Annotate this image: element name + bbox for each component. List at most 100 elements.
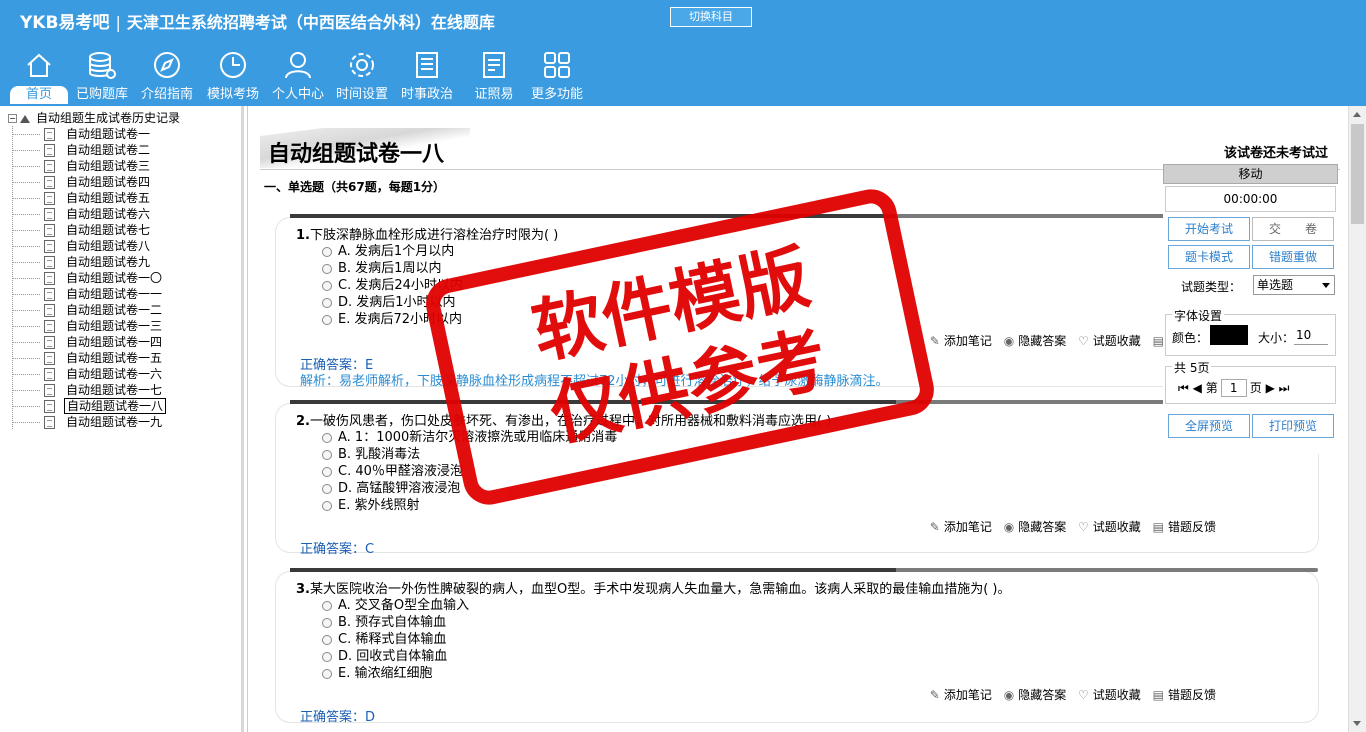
option-b[interactable]: B. 乳酸消毒法 xyxy=(322,443,420,462)
radio-button[interactable] xyxy=(322,314,332,325)
tree-item[interactable]: 自动组题试卷四 xyxy=(8,174,180,190)
tree-item[interactable]: 自动组题试卷一六 xyxy=(8,366,180,382)
nav-mock-exam[interactable]: 模拟考场 xyxy=(202,46,264,104)
redo-wrong-button[interactable]: 错题重做 xyxy=(1252,245,1334,269)
radio-button[interactable] xyxy=(322,466,332,477)
tree-item[interactable]: 自动组题试卷一四 xyxy=(8,334,180,350)
document-icon xyxy=(44,384,55,397)
radio-button[interactable] xyxy=(322,263,332,274)
tree-item[interactable]: 自动组题试卷三 xyxy=(8,158,180,174)
tree-item[interactable]: 自动组题试卷一三 xyxy=(8,318,180,334)
option-e[interactable]: E. 紫外线照射 xyxy=(322,494,419,513)
radio-button[interactable] xyxy=(322,500,332,511)
add-note-button[interactable]: ✎ 添加笔记 xyxy=(930,688,992,702)
favorite-button[interactable]: ♡ 试题收藏 xyxy=(1078,520,1141,534)
page-input[interactable]: 1 xyxy=(1220,379,1247,397)
tree-item[interactable]: 自动组题试卷一九 xyxy=(8,414,180,430)
option-b[interactable]: B. 预存式自体输血 xyxy=(322,611,446,630)
tree-item-label: 自动组题试卷四 xyxy=(66,175,151,189)
hide-answer-button[interactable]: ◉ 隐藏答案 xyxy=(1004,334,1067,348)
option-b[interactable]: B. 发病后1周以内 xyxy=(322,257,441,276)
radio-button[interactable] xyxy=(322,449,332,460)
option-c[interactable]: C. 40％甲醛溶液浸泡 xyxy=(322,460,463,479)
option-a[interactable]: A. 交叉备O型全血输入 xyxy=(322,594,469,613)
radio-button[interactable] xyxy=(322,634,332,645)
prev-page-icon[interactable]: ◀ xyxy=(1193,381,1202,395)
add-note-button[interactable]: ✎ 添加笔记 xyxy=(930,520,992,534)
tree-item[interactable]: 自动组题试卷九 xyxy=(8,254,180,270)
checklist-icon xyxy=(483,52,505,78)
exam-control-panel: 移动 00:00:00 开始考试 交 卷 题卡模式 错题重做 试题类型： 单选题… xyxy=(1163,164,1338,454)
collapse-icon[interactable]: − xyxy=(8,114,17,123)
move-handle[interactable]: 移动 xyxy=(1163,164,1338,184)
nav-label: 首页 xyxy=(10,86,68,104)
tree-item[interactable]: 自动组题试卷一八 xyxy=(8,398,180,414)
tree-item[interactable]: 自动组题试卷一 xyxy=(8,126,180,142)
tree-root[interactable]: − 自动组题生成试卷历史记录 xyxy=(8,110,180,126)
scroll-thumb[interactable] xyxy=(1351,124,1364,224)
hide-answer-button[interactable]: ◉ 隐藏答案 xyxy=(1004,688,1067,702)
tree-item[interactable]: 自动组题试卷七 xyxy=(8,222,180,238)
nav-profile[interactable]: 个人中心 xyxy=(268,46,328,104)
font-settings-legend: 字体设置 xyxy=(1172,307,1225,324)
favorite-button[interactable]: ♡ 试题收藏 xyxy=(1078,334,1141,348)
radio-button[interactable] xyxy=(322,617,332,628)
tree-item[interactable]: 自动组题试卷一七 xyxy=(8,382,180,398)
tree-item[interactable]: 自动组题试卷一〇 xyxy=(8,270,180,286)
last-page-icon[interactable]: ⏭ xyxy=(1279,381,1290,395)
radio-button[interactable] xyxy=(322,432,332,443)
print-preview-button[interactable]: 打印预览 xyxy=(1252,414,1334,438)
report-error-button[interactable]: ▤错题反馈 xyxy=(1153,520,1216,534)
tree-item-label: 自动组题试卷一〇 xyxy=(66,271,163,285)
tree-item[interactable]: 自动组题试卷八 xyxy=(8,238,180,254)
fullscreen-preview-button[interactable]: 全屏预览 xyxy=(1168,414,1250,438)
nav-license[interactable]: 证照易 xyxy=(466,46,522,104)
tree-item[interactable]: 自动组题试卷一一 xyxy=(8,286,180,302)
submit-button[interactable]: 交 卷 xyxy=(1252,217,1334,241)
tree-item[interactable]: 自动组题试卷二 xyxy=(8,142,180,158)
scroll-down-icon[interactable] xyxy=(1349,715,1366,732)
grid-icon xyxy=(544,52,570,78)
correct-answer: 正确答案：C xyxy=(300,542,375,557)
tree-item[interactable]: 自动组题试卷一五 xyxy=(8,350,180,366)
radio-button[interactable] xyxy=(322,297,332,308)
option-e[interactable]: E. 输浓缩红细胞 xyxy=(322,662,432,681)
vertical-scrollbar[interactable] xyxy=(1348,106,1366,732)
nav-time-settings[interactable]: 时间设置 xyxy=(332,46,392,104)
color-swatch[interactable] xyxy=(1210,325,1248,345)
radio-button[interactable] xyxy=(322,246,332,257)
option-a[interactable]: A. 发病后1个月以内 xyxy=(322,240,454,259)
tree-item[interactable]: 自动组题试卷五 xyxy=(8,190,180,206)
card-mode-button[interactable]: 题卡模式 xyxy=(1168,245,1250,269)
nav-guide[interactable]: 介绍指南 xyxy=(136,46,198,104)
radio-button[interactable] xyxy=(322,280,332,291)
scroll-up-icon[interactable] xyxy=(1349,106,1366,123)
document-icon xyxy=(44,128,55,141)
first-page-icon[interactable]: ⏮ xyxy=(1178,381,1189,395)
switch-subject-button[interactable]: 切换科目 xyxy=(670,7,752,27)
hide-answer-button[interactable]: ◉ 隐藏答案 xyxy=(1004,520,1067,534)
add-note-button[interactable]: ✎ 添加笔记 xyxy=(930,334,992,348)
nav-more[interactable]: 更多功能 xyxy=(526,46,588,104)
favorite-button[interactable]: ♡ 试题收藏 xyxy=(1078,688,1141,702)
radio-button[interactable] xyxy=(322,600,332,611)
nav-home[interactable]: 首页 xyxy=(10,46,68,104)
radio-button[interactable] xyxy=(322,483,332,494)
nav-purchased[interactable]: 已购题库 xyxy=(72,46,132,104)
tree-root-label: 自动组题生成试卷历史记录 xyxy=(36,111,181,125)
question-type-select[interactable]: 单选题 xyxy=(1253,275,1335,295)
option-c[interactable]: C. 稀释式自体输血 xyxy=(322,628,446,647)
tree-item[interactable]: 自动组题试卷六 xyxy=(8,206,180,222)
option-d[interactable]: D. 回收式自体输血 xyxy=(322,645,447,664)
report-error-button[interactable]: ▤错题反馈 xyxy=(1153,688,1216,702)
tree-item[interactable]: 自动组题试卷一二 xyxy=(8,302,180,318)
next-page-icon[interactable]: ▶ xyxy=(1266,381,1275,395)
page-prefix: 第 xyxy=(1205,381,1218,395)
start-exam-button[interactable]: 开始考试 xyxy=(1168,217,1250,241)
radio-button[interactable] xyxy=(322,668,332,679)
font-size-input[interactable]: 10 xyxy=(1294,325,1328,345)
option-d[interactable]: D. 高锰酸钾溶液浸泡 xyxy=(322,477,460,496)
document-icon xyxy=(44,320,55,333)
nav-current-affairs[interactable]: 时事政治 xyxy=(396,46,458,104)
radio-button[interactable] xyxy=(322,651,332,662)
